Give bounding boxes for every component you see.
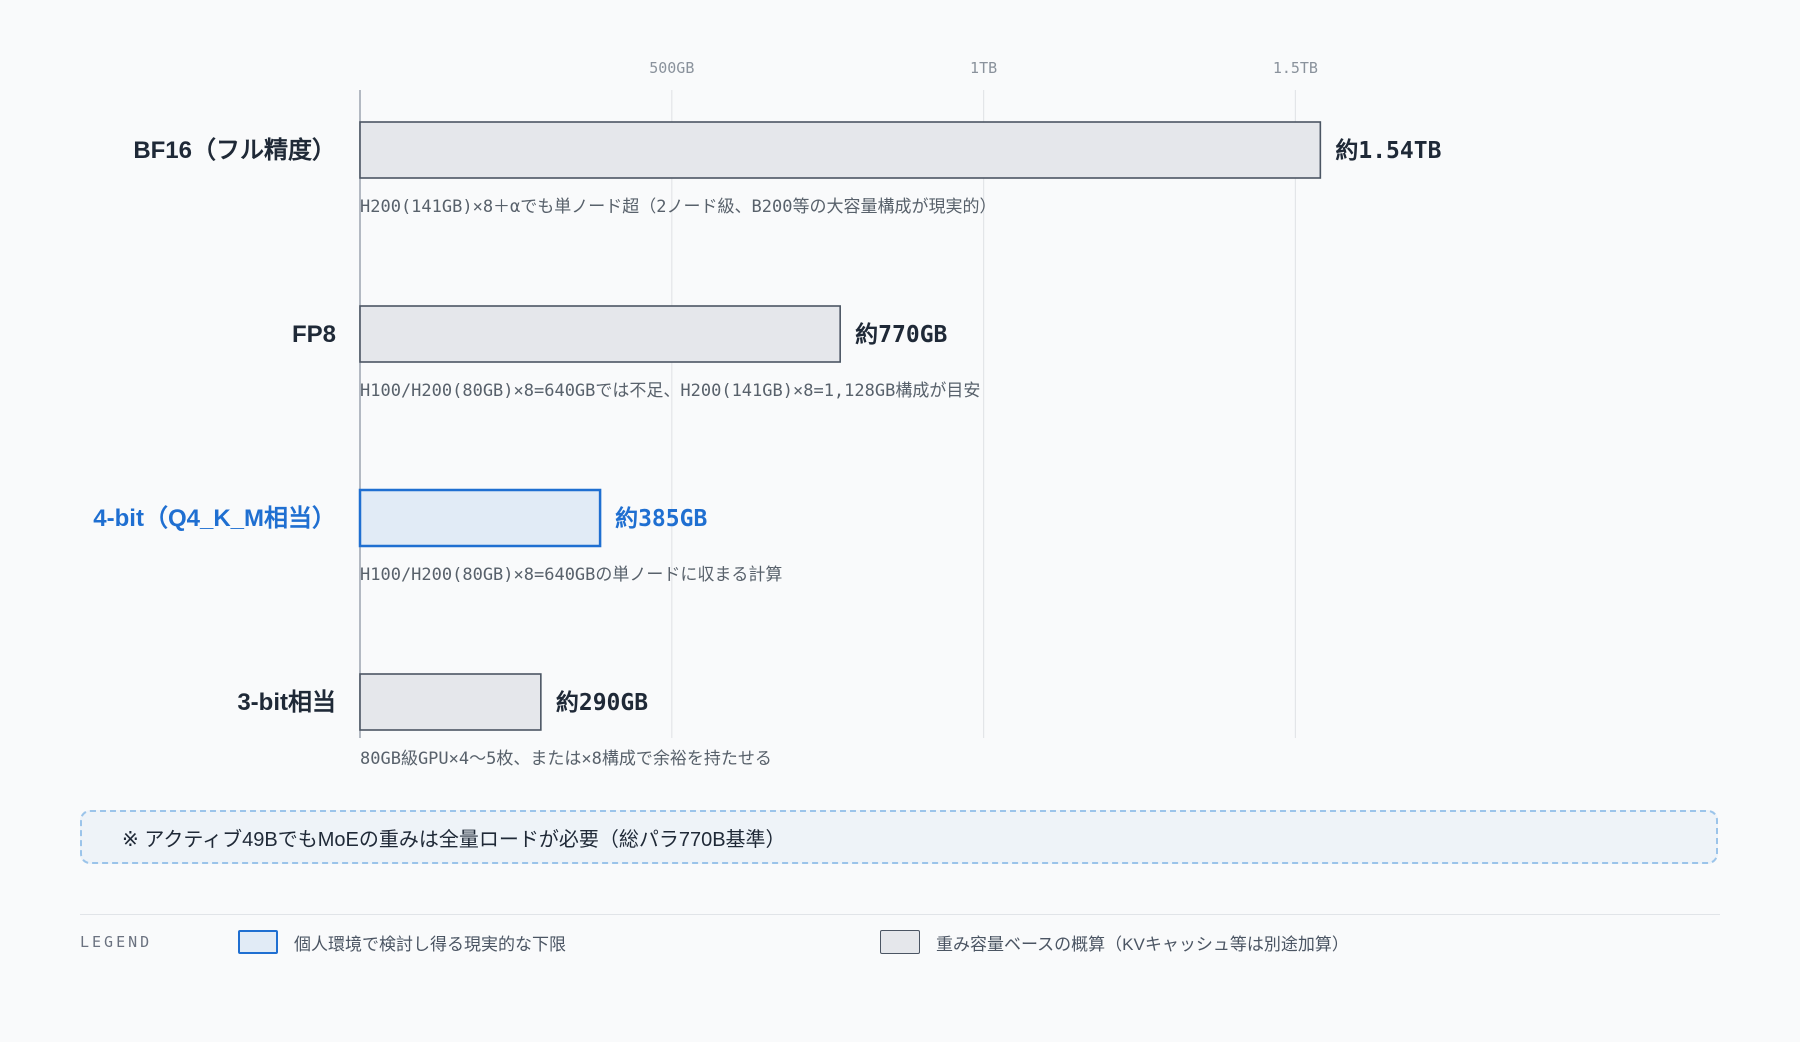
- category-label: 4-bit（Q4_K_M相当）: [93, 505, 336, 532]
- bar-layer: BF16（フル精度） 約1.54TB H200(141GB)×8＋αでも単ノード超（…: [93, 121, 1442, 769]
- category-label: FP8: [292, 321, 336, 348]
- bar: [358, 488, 602, 548]
- bar-note: H100/H200(80GB)×8=640GBでは不足、H200(141GB)×…: [360, 381, 980, 401]
- bar-note: 80GB級GPU×4〜5枚、または×8構成で余裕を持たせる: [360, 749, 772, 769]
- legend-item-base: 重み容量ベースの概算（KVキャッシュ等は別途加算）: [880, 928, 1349, 956]
- legend: LEGEND 個人環境で検討し得る現実的な下限 重み容量ベースの概算（KVキャッ…: [80, 928, 1720, 968]
- legend-item-highlight: 個人環境で検討し得る現実的な下限: [238, 928, 566, 956]
- legend-swatch-base: [880, 930, 920, 954]
- x-tick-label: 1.5TB: [1273, 59, 1318, 77]
- value-label: 約1.54TB: [1335, 137, 1441, 164]
- bar: [359, 121, 1322, 179]
- legend-divider: [80, 914, 1720, 915]
- bar-note: H200(141GB)×8＋αでも単ノード超（2ノード級、B200等の大容量構成…: [360, 197, 996, 217]
- value-label: 約290GB: [556, 689, 648, 716]
- bar-note: H100/H200(80GB)×8=640GBの単ノードに収まる計算: [360, 565, 782, 585]
- category-label: 3-bit相当: [237, 689, 336, 716]
- legend-title: LEGEND: [80, 933, 153, 951]
- callout-text: ※ アクティブ49BでもMoEの重みは全量ロードが必要（総パラ770B基準）: [122, 828, 786, 851]
- bar: [359, 673, 542, 731]
- legend-swatch-highlight: [238, 930, 278, 954]
- bar: [359, 305, 841, 363]
- bar-chart: 500GB 1TB 1.5TB BF16（フル精度） 約1.54TB H200(141G…: [93, 59, 1442, 769]
- memory-callout: ※ アクティブ49BでもMoEの重みは全量ロードが必要（総パラ770B基準）: [80, 810, 1718, 864]
- x-tick-label: 500GB: [649, 59, 694, 77]
- value-label: 約385GB: [615, 505, 707, 532]
- x-tick-label: 1TB: [970, 59, 997, 77]
- legend-label-highlight: 個人環境で検討し得る現実的な下限: [294, 934, 566, 954]
- legend-label-base: 重み容量ベースの概算（KVキャッシュ等は別途加算）: [936, 934, 1349, 954]
- category-label: BF16（フル精度）: [133, 136, 336, 164]
- value-label: 約770GB: [855, 321, 947, 348]
